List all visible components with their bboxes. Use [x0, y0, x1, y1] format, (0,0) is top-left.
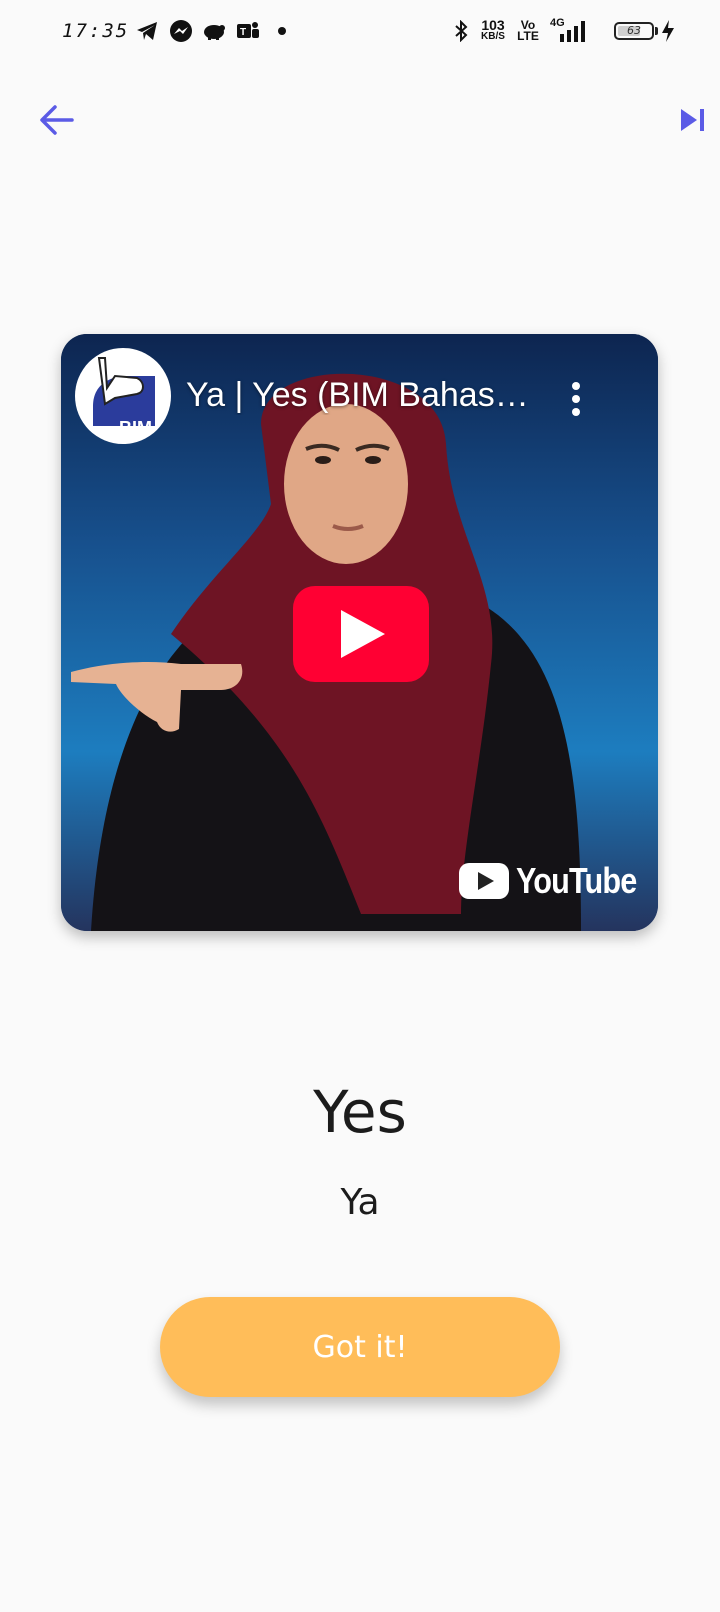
back-button[interactable]: [26, 90, 86, 150]
channel-avatar[interactable]: BIM: [75, 348, 171, 444]
telegram-icon: [134, 18, 160, 44]
bluetooth-icon: [452, 18, 470, 44]
svg-text:T: T: [240, 27, 246, 38]
battery-tip: [655, 27, 658, 35]
net-speed: 103 KB/S: [478, 18, 508, 44]
piggy-bank-icon: [200, 18, 228, 44]
volte-indicator: Vo LTE: [514, 18, 542, 44]
more-options-button[interactable]: [561, 374, 591, 424]
video-title: Ya | Yes (BIM Bahasa Isyarat Malaysia): [186, 376, 546, 414]
arrow-left-icon: [40, 105, 74, 135]
bim-logo-icon: BIM: [93, 357, 155, 438]
status-bar: 17:35 T 103 KB/S Vo LTE 4G 63: [0, 0, 720, 64]
got-it-button[interactable]: Got it!: [160, 1297, 560, 1397]
youtube-logo[interactable]: YouTube: [458, 859, 658, 903]
play-button[interactable]: [293, 586, 429, 682]
volte-bottom: LTE: [517, 29, 539, 43]
youtube-wordmark: YouTube: [516, 860, 637, 901]
dot-icon: [276, 18, 288, 44]
word-english: Yes: [313, 1078, 407, 1146]
charging-icon: [660, 18, 676, 44]
video-player[interactable]: BIM Ya | Yes (BIM Bahasa Isyarat Malaysi…: [61, 334, 658, 931]
channel-logo-text: BIM: [119, 418, 152, 438]
youtube-play-icon: [459, 863, 509, 899]
network-type: 4G: [550, 17, 565, 29]
messenger-icon: [168, 18, 194, 44]
play-icon: [341, 610, 385, 658]
net-speed-value: 103: [481, 17, 505, 33]
skip-next-icon: [681, 109, 704, 131]
net-speed-unit: KB/S: [481, 31, 505, 42]
battery-level: 63: [627, 24, 641, 37]
skip-button[interactable]: [666, 90, 720, 150]
teams-icon: T: [234, 18, 262, 44]
word-malay: Ya: [340, 1182, 380, 1223]
battery-icon: 63: [614, 22, 654, 40]
status-time: 17:35: [62, 20, 130, 42]
signal-icon: 4G: [548, 18, 588, 44]
